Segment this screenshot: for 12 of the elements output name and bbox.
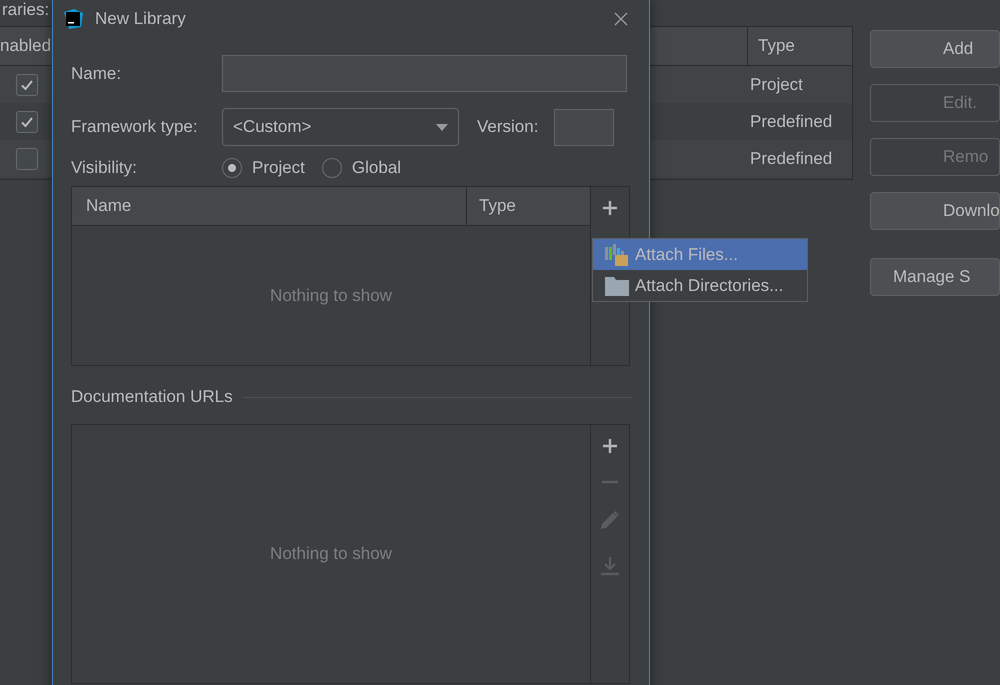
type-cell-text: Predefined: [750, 112, 834, 132]
type-cell-text: Predefined: [750, 148, 834, 168]
empty-message: Nothing to show: [270, 544, 392, 564]
section-label: Documentation URLs: [71, 387, 233, 407]
field-label: Name:: [71, 64, 122, 84]
empty-message: Nothing to show: [270, 286, 392, 306]
type-cell-text: Project: [750, 74, 804, 94]
field-label: Visibility:: [71, 158, 138, 178]
window-title: New Library: [95, 9, 186, 29]
field-label: Version:: [477, 117, 538, 137]
section-label: raries:: [1, 0, 50, 21]
field-label: Framework type:: [71, 117, 199, 137]
